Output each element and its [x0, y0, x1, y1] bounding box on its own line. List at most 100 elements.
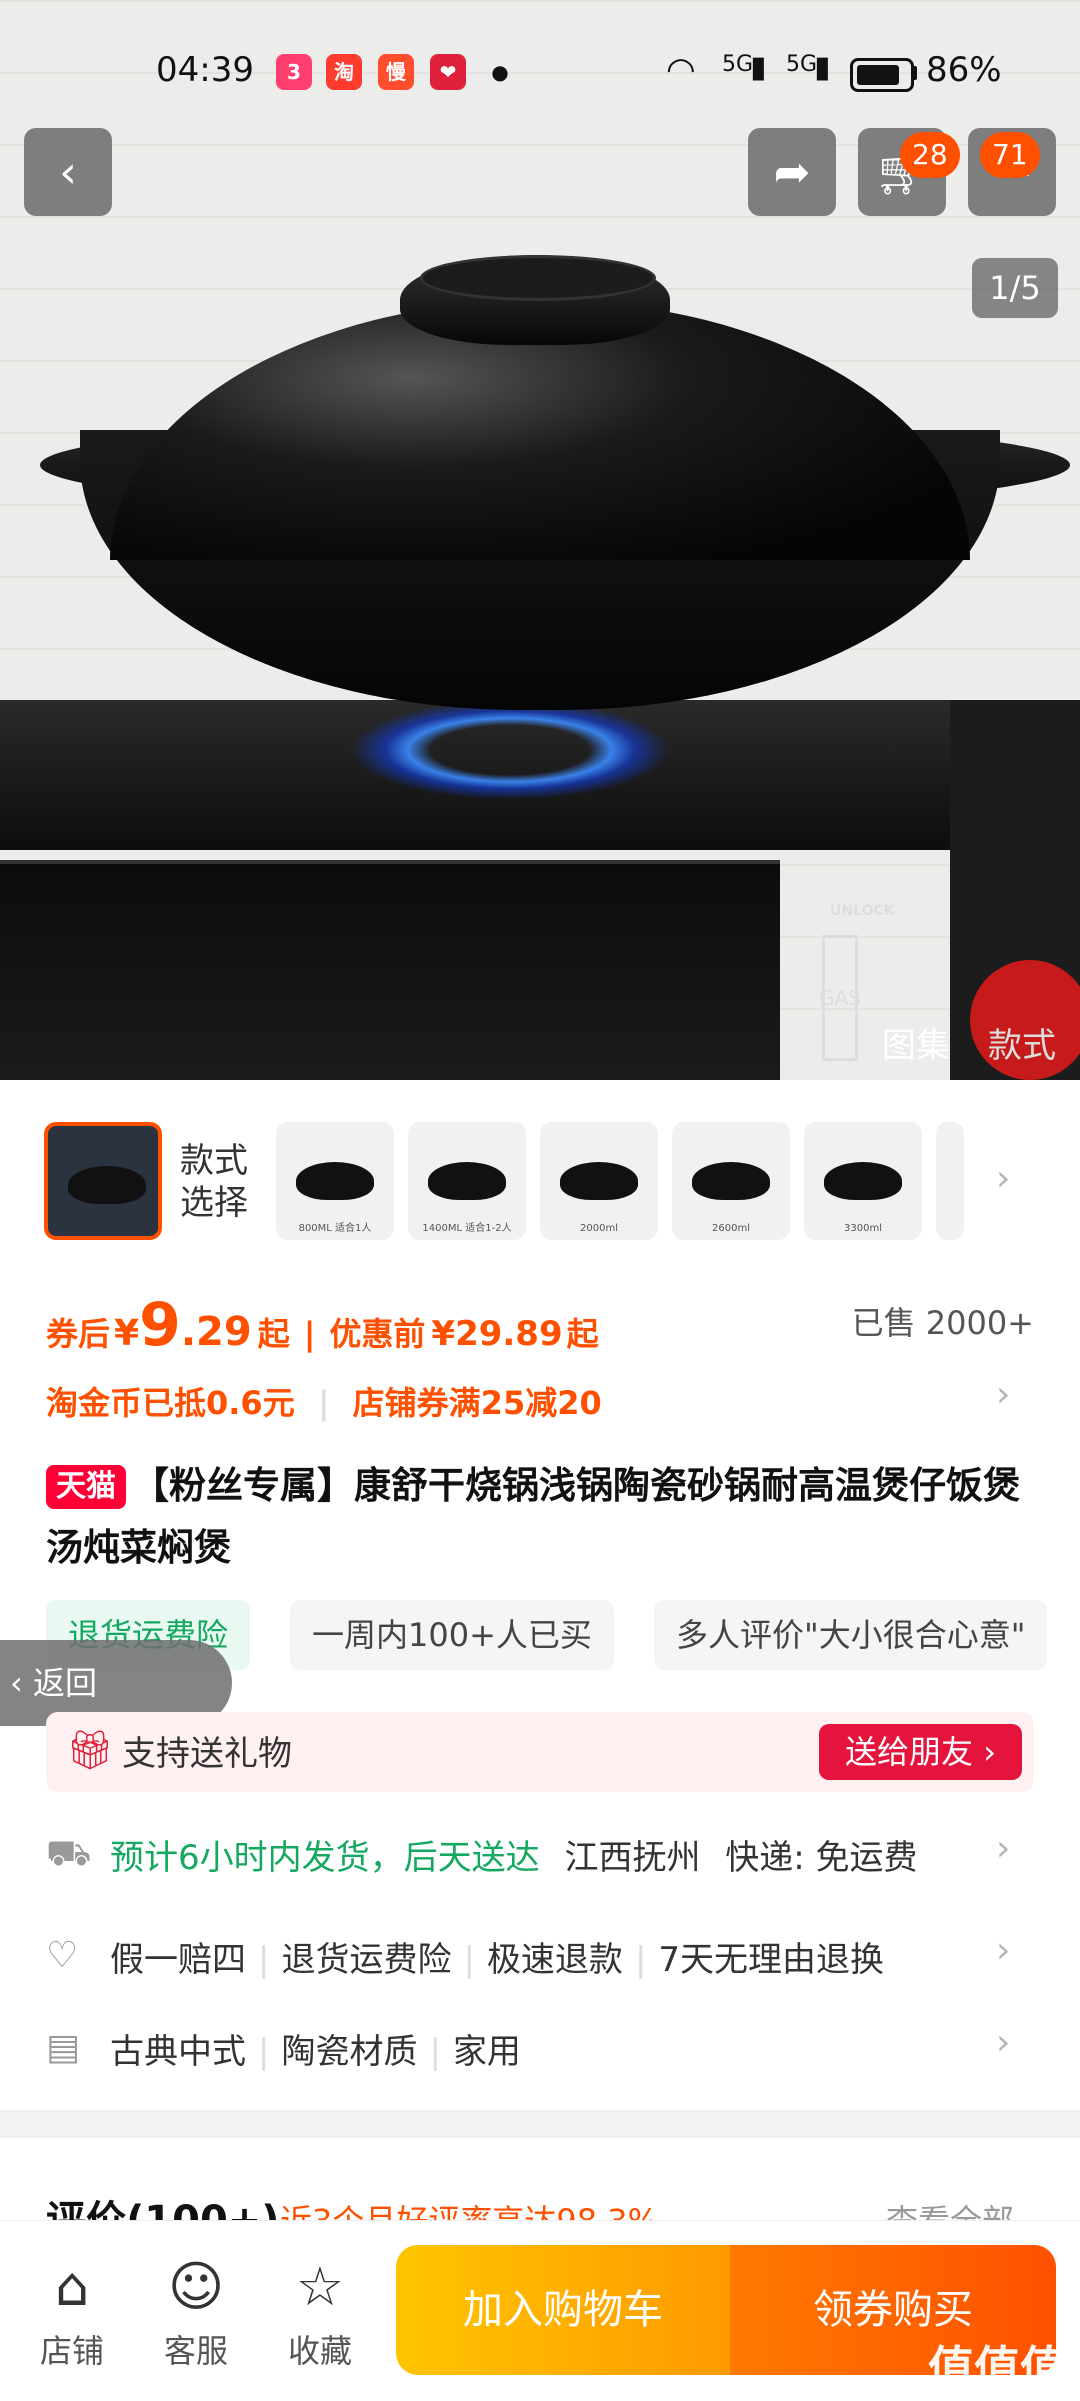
chevron-right-icon[interactable]: › — [996, 1930, 1010, 1971]
battery-icon — [850, 58, 914, 92]
gift-text: 支持送礼物 — [122, 1734, 292, 1774]
attributes-text: 古典中式 | 陶瓷材质 | 家用 — [110, 2024, 521, 2073]
variant-caption: 2000ml — [580, 1223, 618, 1234]
tab-style[interactable]: 款式 — [988, 1018, 1056, 1067]
shipping-text: 预计6小时内发货，后天送达 江西抚州 快递: 免运费 — [110, 1830, 918, 1879]
pot-knob-top — [420, 255, 656, 301]
signal-1-icon: ▮ — [750, 50, 767, 85]
attribute-item: 古典中式 — [110, 2032, 246, 2072]
variant-thumb[interactable]: 800ML 适合1人 — [276, 1122, 394, 1240]
gift-icon: 🎁︎ — [66, 1728, 115, 1772]
guarantee-text: 假一赔四 | 退货运费险 | 极速退款 | 7天无理由退换 — [110, 1932, 884, 1981]
price-integer: 9 — [139, 1290, 181, 1360]
favorite-button[interactable]: ☆ 收藏 — [270, 2252, 370, 2372]
original-price: ¥29.89 — [431, 1314, 563, 1354]
gift-app-icon: ❤ — [430, 54, 466, 90]
message-badge: 71 — [980, 132, 1040, 178]
price-prefix: 券后 — [46, 1315, 111, 1353]
divider: | — [429, 2032, 441, 2072]
cart-badge: 28 — [900, 132, 960, 178]
pot-thumbnail — [824, 1162, 902, 1200]
clipboard-icon: ▤ — [46, 2027, 81, 2068]
shop-coupon: 店铺券满25减20 — [352, 1384, 602, 1422]
variant-label-line1: 款式 — [180, 1141, 248, 1181]
divider: | — [634, 1940, 647, 1980]
variant-thumb-partial[interactable] — [936, 1122, 964, 1240]
wechat-icon: ● — [491, 60, 509, 84]
tag-weekly-buyers[interactable]: 一周内100+人已买 — [290, 1600, 614, 1670]
stove-panel — [0, 860, 780, 1080]
chevron-left-icon: ‹ — [59, 146, 77, 198]
guarantee-item: 极速退款 — [486, 1940, 623, 1980]
return-label: 返回 — [32, 1664, 97, 1702]
shipping-fee: 快递: 免运费 — [725, 1838, 918, 1878]
price-row: 券后 ¥ 9 .29 起 | 优惠前 ¥29.89 起 — [46, 1290, 599, 1360]
gift-banner[interactable]: 🎁︎ 支持送礼物 送给朋友 › — [46, 1712, 1034, 1792]
variant-caption: 2600ml — [712, 1223, 750, 1234]
coin-discount: 淘金币已抵0.6元 — [46, 1384, 295, 1422]
shop-label: 店铺 — [39, 2332, 104, 2370]
product-title-text: 【粉丝专属】康舒干烧锅浅锅陶瓷砂锅耐高温煲仔饭煲汤炖菜焖煲 — [46, 1464, 1020, 1569]
price-decimal: .29 — [180, 1309, 252, 1355]
pot-thumbnail — [560, 1162, 638, 1200]
shipping-row[interactable]: ⛟ 预计6小时内发货，后天送达 江西抚州 快递: 免运费 — [46, 1826, 1036, 1886]
pot-thumbnail — [296, 1162, 374, 1200]
pot-thumbnail — [692, 1162, 770, 1200]
gas-label: GAS — [819, 935, 861, 1061]
divider: | — [258, 1940, 270, 1980]
guarantee-row[interactable]: ♡ 假一赔四 | 退货运费险 | 极速退款 | 7天无理由退换 — [46, 1928, 1036, 1988]
service-label: 客服 — [163, 2332, 228, 2370]
variant-thumb[interactable]: 2600ml — [672, 1122, 790, 1240]
coupon-row[interactable]: 淘金币已抵0.6元 | 店铺券满25减20 — [46, 1378, 602, 1424]
back-button[interactable]: ‹ — [24, 128, 112, 216]
tag-review-summary[interactable]: 多人评价"大小很合心意" — [654, 1600, 1048, 1670]
original-price-suffix: 起 — [566, 1315, 599, 1353]
attribute-item: 陶瓷材质 — [281, 2032, 418, 2072]
unlock-label: UNLOCK — [830, 903, 895, 919]
shop-button[interactable]: ⌂ 店铺 — [22, 2252, 122, 2372]
chevron-left-icon: ‹ — [10, 1664, 33, 1702]
variant-label-line2: 选择 — [180, 1183, 248, 1223]
chevron-right-icon[interactable]: › — [996, 1374, 1010, 1415]
chevron-right-icon[interactable]: › — [996, 1828, 1010, 1869]
chevron-right-icon[interactable]: › — [996, 2022, 1010, 2063]
sold-count: 已售 2000+ — [851, 1304, 1034, 1342]
wifi-icon: ◠ — [666, 50, 696, 90]
store-icon: ⌂ — [54, 2255, 90, 2318]
signal-2-label: 5G — [786, 52, 818, 77]
taobao-app-icon: 淘 — [326, 54, 362, 90]
variant-thumb[interactable]: 1400ML 适合1-2人 — [408, 1122, 526, 1240]
variant-caption: 800ML 适合1人 — [298, 1223, 372, 1234]
variant-caption: 3300ml — [844, 1223, 882, 1234]
divider: | — [317, 1384, 330, 1422]
customer-service-button[interactable]: ☺ 客服 — [146, 2252, 246, 2372]
price-suffix: 起 — [257, 1315, 290, 1353]
guarantee-item: 假一赔四 — [110, 1940, 246, 1980]
favorite-label: 收藏 — [287, 2332, 352, 2370]
watermark-url: zhizhizhi.com — [965, 2382, 1060, 2398]
variant-caption: 1400ML 适合1-2人 — [422, 1223, 512, 1234]
signal-2-icon: ▮ — [814, 50, 831, 85]
attributes-row[interactable]: ▤ 古典中式 | 陶瓷材质 | 家用 — [46, 2020, 1036, 2080]
guarantee-item: 7天无理由退换 — [658, 1940, 885, 1980]
share-button[interactable]: ➦ — [748, 128, 836, 216]
signal-1-label: 5G — [722, 52, 754, 77]
tab-gallery[interactable]: 图集 — [882, 1018, 950, 1067]
original-price-label: 优惠前 — [329, 1315, 426, 1353]
star-icon: ☆ — [295, 2255, 345, 2318]
variant-thumb-selected[interactable] — [44, 1122, 162, 1240]
chevron-right-icon[interactable]: › — [996, 1158, 1010, 1199]
variant-thumb[interactable]: 3300ml — [804, 1122, 922, 1240]
shipping-origin: 江西抚州 — [564, 1838, 701, 1878]
share-icon: ➦ — [773, 146, 811, 198]
add-to-cart-button[interactable]: 加入购物车 — [396, 2245, 730, 2375]
chat-icon: ☺ — [167, 2255, 225, 2318]
shipping-eta: 预计6小时内发货，后天送达 — [110, 1838, 540, 1878]
send-to-friend-label: 送给朋友 — [845, 1733, 974, 1771]
clock: 04:39 — [156, 50, 254, 90]
price-divider: | — [303, 1315, 316, 1353]
variant-thumb[interactable]: 2000ml — [540, 1122, 658, 1240]
attribute-item: 家用 — [452, 2032, 521, 2072]
send-to-friend-button[interactable]: 送给朋友 › — [819, 1724, 1022, 1780]
guarantee-item: 退货运费险 — [281, 1940, 452, 1980]
